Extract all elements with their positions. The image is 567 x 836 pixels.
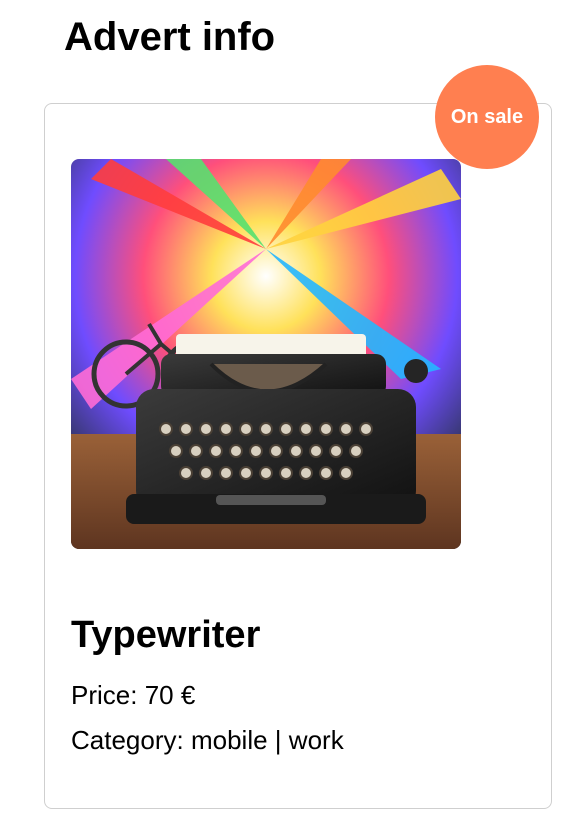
price-line: Price: 70 € <box>71 677 195 713</box>
typewriter-graffiti-image <box>71 159 461 549</box>
currency-symbol: € <box>180 680 196 710</box>
page-title: Advert info <box>64 15 276 59</box>
product-image <box>71 159 461 549</box>
category-work: work <box>288 725 344 755</box>
advert-page: Advert info On sale Typewriter Price: 70… <box>0 0 567 836</box>
price-label: Price: <box>71 680 138 710</box>
product-title: Typewriter <box>71 614 261 656</box>
category-label: Category: <box>71 725 184 755</box>
category-line: Category: mobile | work <box>71 722 344 758</box>
sale-badge: On sale <box>435 65 539 169</box>
category-separator: | <box>274 725 282 755</box>
price-value: 70 <box>144 680 174 710</box>
category-mobile: mobile <box>190 725 268 755</box>
